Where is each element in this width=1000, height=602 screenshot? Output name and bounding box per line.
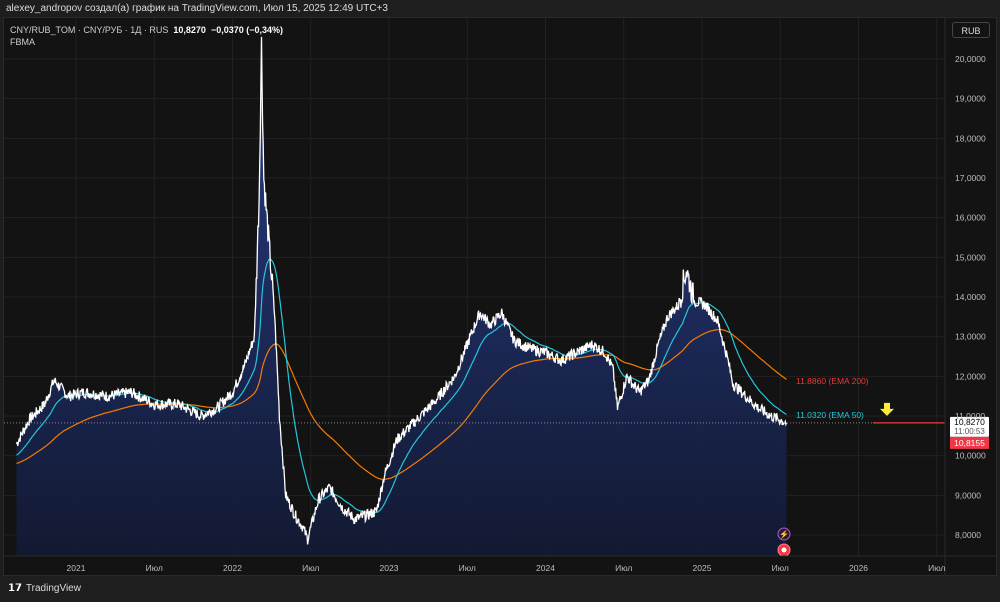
time-tick-label: Июл [928, 563, 945, 573]
price-change: −0,0370 (−0,34%) [210, 25, 284, 35]
time-tick-label: 2025 [693, 563, 712, 573]
dividend-event-dot [781, 547, 787, 553]
time-tick-label: 2022 [223, 563, 242, 573]
price-tick-label: 19,0000 [955, 94, 986, 104]
price-tick-label: 20,0000 [955, 54, 986, 64]
price-tick-label: 11,0000 [955, 411, 985, 421]
price-area-fill [16, 36, 787, 556]
time-tick-label: 2026 [849, 563, 868, 573]
price-tick-label: 16,0000 [955, 213, 986, 223]
price-tick-label: 15,0000 [955, 252, 986, 262]
brand-name: TradingView [25, 583, 81, 594]
price-tick-label: 13,0000 [955, 332, 986, 342]
alert-arrow-icon [880, 402, 894, 416]
price-tick-label: 10,0000 [955, 451, 986, 461]
indicator-name[interactable]: FBMA [10, 36, 283, 48]
price-tick-label: 17,0000 [955, 173, 986, 183]
footer-brand[interactable]: 𝟭𝟳 TradingView [8, 583, 81, 594]
price-tick-label: 14,0000 [955, 292, 986, 302]
price-tick-label: 9,0000 [955, 490, 981, 500]
last-price: 10,8270 [173, 25, 206, 35]
ema200-label: 11.8860 (EMA 200) [796, 376, 869, 386]
time-tick-label: Июл [772, 563, 789, 573]
time-tick-label: Июл [459, 563, 476, 573]
alert-price-badge-value: 10,8155 [954, 438, 985, 448]
time-tick-label: Июл [146, 563, 163, 573]
lightning-glyph: ⚡ [779, 529, 789, 539]
time-tick-label: 2021 [67, 563, 86, 573]
price-tick-label: 12,0000 [955, 371, 986, 381]
time-tick-label: 2024 [536, 563, 555, 573]
time-tick-label: 2023 [380, 563, 399, 573]
symbol-legend: CNY/RUB_TOM · CNY/РУБ · 1Д · RUS 10,8270… [10, 24, 283, 48]
price-tick-label: 8,0000 [955, 530, 981, 540]
price-tick-label: 18,0000 [955, 133, 986, 143]
time-tick-label: Июл [615, 563, 632, 573]
tradingview-logo-icon: 𝟭𝟳 [8, 583, 22, 594]
currency-button[interactable]: RUB [952, 22, 990, 38]
countdown-label: 11:00:53 [954, 427, 985, 436]
price-chart[interactable]: 11.8860 (EMA 200) 11.0320 (EMA 50) 10,8270… [0, 0, 1000, 602]
symbol-name[interactable]: CNY/RUB_TOM · CNY/РУБ · 1Д · RUS [10, 25, 168, 35]
ema50-label: 11.0320 (EMA 50) [796, 410, 864, 420]
time-tick-label: Июл [302, 563, 319, 573]
